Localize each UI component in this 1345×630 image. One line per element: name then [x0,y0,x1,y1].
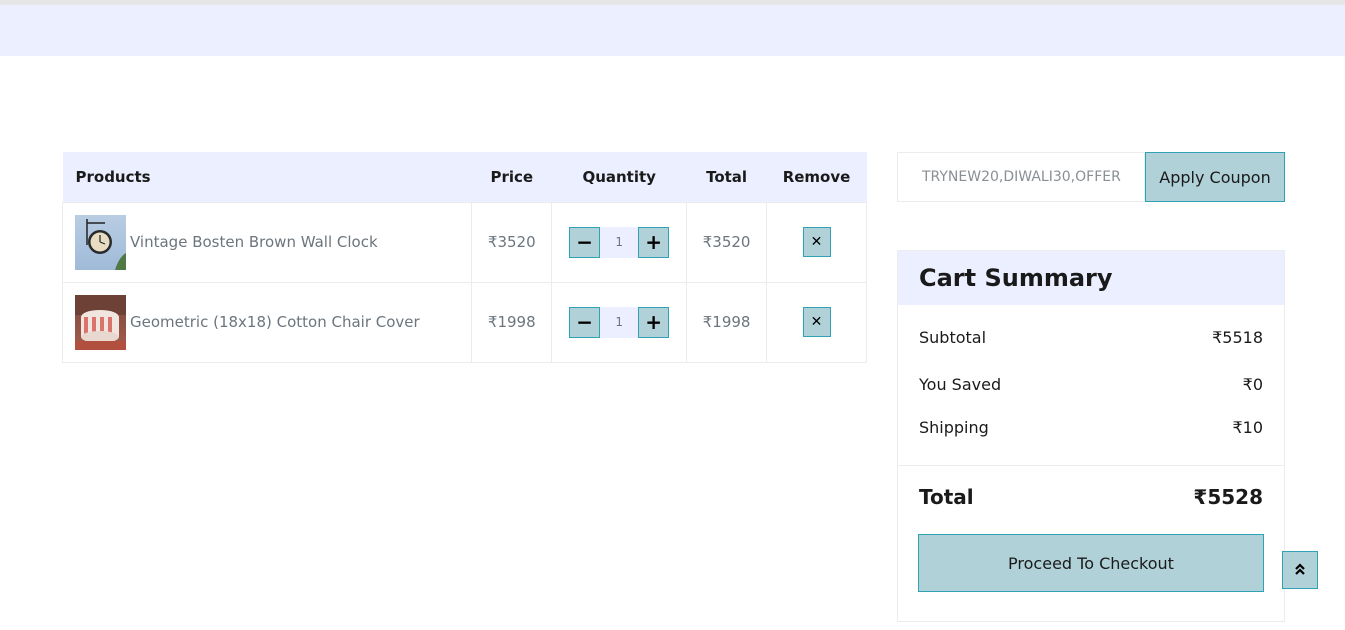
product-name[interactable]: Geometric (18x18) Cotton Chair Cover [130,313,420,331]
product-price: ₹3520 [471,201,553,283]
table-row: Vintage Bosten Brown Wall Clock ₹3520 − … [61,201,867,283]
saved-row: You Saved ₹0 [919,375,1263,394]
header-quantity: Quantity [551,152,687,202]
subtotal-value: ₹5518 [1212,328,1263,347]
chair-cover-thumbnail[interactable] [75,294,126,350]
decrease-qty-button[interactable]: − [569,306,601,338]
table-row: Geometric (18x18) Cotton Chair Cover ₹19… [61,281,867,363]
table-header-row: Products Price Quantity Total Remove [62,152,867,202]
double-chevron-up-icon [1294,561,1306,580]
subtotal-row: Subtotal ₹5518 [919,328,1263,347]
header-products: Products [62,152,472,202]
product-total: ₹3520 [686,201,768,283]
product-name[interactable]: Vintage Bosten Brown Wall Clock [130,233,378,251]
total-value: ₹5528 [1193,485,1263,509]
header-price: Price [471,152,552,202]
scroll-to-top-button[interactable] [1282,551,1318,589]
summary-divider [898,465,1284,466]
remove-cell: ✕ [766,201,867,283]
product-total: ₹1998 [686,281,768,363]
quantity-stepper: − 1 + [569,306,670,338]
remove-item-button[interactable]: ✕ [802,227,831,257]
qty-value[interactable]: 1 [600,226,639,258]
total-label: Total [919,485,974,509]
remove-item-button[interactable]: ✕ [802,307,831,337]
increase-qty-button[interactable]: + [638,306,670,338]
page-header-bar [0,5,1345,56]
wall-clock-thumbnail[interactable] [75,214,126,270]
product-cell: Vintage Bosten Brown Wall Clock [61,201,473,283]
shipping-row: Shipping ₹10 [919,418,1263,437]
apply-coupon-button[interactable]: Apply Coupon [1145,152,1285,202]
product-cell: Geometric (18x18) Cotton Chair Cover [61,281,473,363]
product-price: ₹1998 [471,281,553,363]
total-row: Total ₹5528 [919,485,1263,509]
increase-qty-button[interactable]: + [638,226,670,258]
saved-value: ₹0 [1242,375,1263,394]
saved-label: You Saved [919,375,1002,394]
subtotal-label: Subtotal [919,328,987,347]
quantity-cell: − 1 + [551,281,688,363]
cart-table: Products Price Quantity Total Remove Vin… [61,152,867,363]
shipping-value: ₹10 [1232,418,1263,437]
coupon-input[interactable] [897,152,1145,202]
shipping-label: Shipping [919,418,989,437]
decrease-qty-button[interactable]: − [569,226,601,258]
header-remove: Remove [766,152,867,202]
proceed-to-checkout-button[interactable]: Proceed To Checkout [918,534,1264,592]
cart-summary-title: Cart Summary [898,251,1284,305]
quantity-stepper: − 1 + [569,226,670,258]
header-total: Total [686,152,767,202]
quantity-cell: − 1 + [551,201,688,283]
cart-summary: Cart Summary Subtotal ₹5518 You Saved ₹0… [897,250,1285,622]
remove-cell: ✕ [766,281,867,363]
qty-value[interactable]: 1 [600,306,639,338]
